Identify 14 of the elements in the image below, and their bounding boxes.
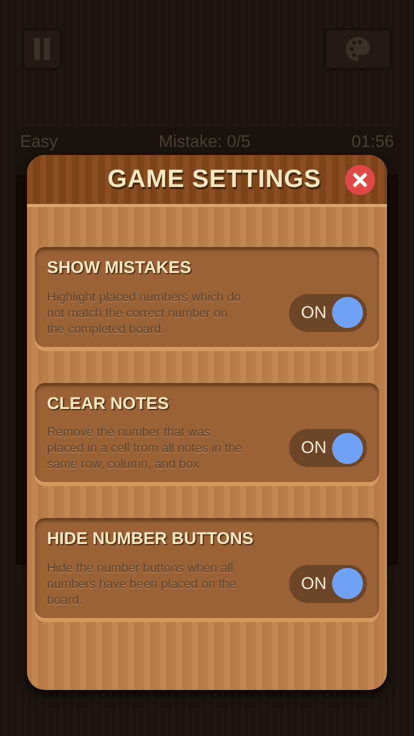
pause-button[interactable] — [22, 28, 62, 70]
setting-description: Highlight placed numbers which do not match the correct number on the completed board. — [47, 288, 242, 336]
toggle-switch[interactable]: ON — [289, 294, 367, 332]
palette-button[interactable] — [324, 28, 392, 70]
setting-title: HIDE NUMBER BUTTONS — [47, 528, 255, 550]
setting-title: SHOW MISTAKES — [47, 257, 192, 279]
setting-description: Remove the number that was placed in a cell from all notes in the same row, column, and box — [47, 424, 244, 472]
toggle-switch[interactable]: ON — [289, 564, 367, 602]
close-button[interactable] — [345, 164, 375, 194]
setting-description: Hide the number buttons when all numbers have been placed on the board. — [47, 560, 238, 608]
dialog-title: GAME SETTINGS — [108, 164, 321, 195]
close-icon — [353, 172, 367, 186]
setting-title: CLEAR NOTES — [47, 392, 170, 414]
toggle-switch[interactable]: ON — [289, 429, 367, 467]
